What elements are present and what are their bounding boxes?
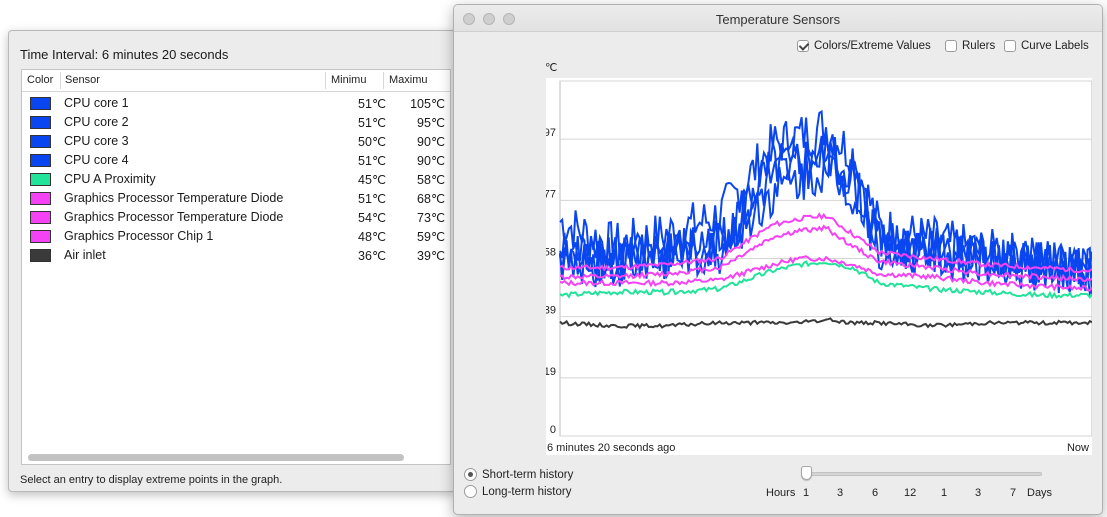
- scale-tick: 1: [803, 487, 810, 499]
- sensor-name: CPU core 1: [64, 96, 129, 110]
- sensor-table[interactable]: Color Sensor Minimu Maximu CPU core 1 51℃…: [21, 69, 451, 465]
- radio-unselected[interactable]: [464, 485, 477, 498]
- sensor-min-value: 51℃: [358, 154, 386, 168]
- y-tick-label: 116: [546, 78, 556, 81]
- color-swatch[interactable]: [30, 97, 51, 110]
- color-swatch[interactable]: [30, 230, 51, 243]
- sensor-max-value: 59℃: [417, 230, 445, 244]
- column-header-minimum[interactable]: Minimu: [331, 74, 366, 86]
- x-end-label: Now: [1067, 442, 1089, 454]
- curve-labels-checkbox[interactable]: Curve Labels: [1004, 40, 1089, 52]
- sensor-max-value: 105℃: [410, 97, 445, 111]
- rulers-checkbox[interactable]: Rulers: [945, 40, 995, 52]
- sensor-name: CPU core 4: [64, 153, 129, 167]
- sensor-name: Graphics Processor Chip 1: [64, 229, 214, 243]
- sensor-max-value: 68℃: [417, 192, 445, 206]
- y-tick-label: 77: [546, 188, 556, 200]
- color-swatch[interactable]: [30, 249, 51, 262]
- checkbox-label: Rulers: [962, 40, 996, 52]
- scale-label-hours: Hours: [766, 487, 796, 499]
- color-swatch[interactable]: [30, 135, 51, 148]
- y-tick-label: 58: [546, 247, 556, 259]
- sensor-min-value: 51℃: [358, 192, 386, 206]
- sensor-name: Graphics Processor Temperature Diode: [64, 210, 284, 224]
- sensor-min-value: 54℃: [358, 211, 386, 225]
- sensor-row[interactable]: Graphics Processor Chip 1 48℃ 59℃: [22, 227, 450, 246]
- sensor-row[interactable]: Graphics Processor Temperature Diode 51℃ 6…: [22, 189, 450, 208]
- sensor-max-value: 95℃: [417, 116, 445, 130]
- sensor-min-value: 50℃: [358, 135, 386, 149]
- column-divider[interactable]: [383, 72, 384, 89]
- color-swatch[interactable]: [30, 116, 51, 129]
- history-scale-slider-track[interactable]: [806, 472, 1042, 476]
- chart-svg: 116 97 77 58 39 19 0 6 minutes 20 seconds ago No…: [538, 69, 1093, 454]
- checkbox-checked[interactable]: [797, 40, 809, 52]
- sensor-row[interactable]: CPU core 3 50℃ 90℃: [22, 132, 450, 151]
- sensor-row[interactable]: CPU core 2 51℃ 95℃: [22, 113, 450, 132]
- checkbox-label: Colors/Extreme Values: [814, 40, 931, 52]
- checkbox-unchecked[interactable]: [945, 40, 957, 52]
- short-term-history-radio[interactable]: Short-term history: [464, 468, 573, 481]
- radio-label: Short-term history: [482, 468, 574, 481]
- sensor-min-value: 51℃: [358, 97, 386, 111]
- x-start-label: 6 minutes 20 seconds ago: [547, 442, 675, 454]
- sensor-max-value: 90℃: [417, 154, 445, 168]
- scale-tick: 3: [975, 487, 982, 499]
- column-header-color[interactable]: Color: [27, 74, 53, 86]
- sensor-min-value: 36℃: [358, 249, 386, 263]
- y-tick-label: 97: [546, 127, 556, 139]
- temperature-sensors-window: Temperature Sensors Colors/Extreme Value…: [453, 4, 1103, 515]
- scale-tick: 6: [872, 487, 879, 499]
- sensor-min-value: 51℃: [358, 116, 386, 130]
- scale-tick: 1: [941, 487, 948, 499]
- color-swatch[interactable]: [30, 173, 51, 186]
- color-swatch[interactable]: [30, 211, 51, 224]
- sensor-name: Graphics Processor Temperature Diode: [64, 191, 284, 205]
- sensor-row[interactable]: CPU core 4 51℃ 90℃: [22, 151, 450, 170]
- sensor-max-value: 90℃: [417, 135, 445, 149]
- checkbox-unchecked[interactable]: [1004, 40, 1016, 52]
- time-interval-label: Time Interval: 6 minutes 20 seconds: [20, 47, 229, 62]
- radio-label: Long-term history: [482, 485, 572, 498]
- sensor-row[interactable]: CPU core 1 51℃ 105℃: [22, 94, 450, 113]
- y-axis-unit: ℃: [545, 62, 558, 74]
- sensor-name: CPU A Proximity: [64, 172, 156, 186]
- checkbox-label: Curve Labels: [1021, 40, 1089, 52]
- status-message: Select an entry to display extreme point…: [20, 474, 283, 486]
- window-title: Temperature Sensors: [715, 12, 841, 27]
- long-term-history-radio[interactable]: Long-term history: [464, 485, 571, 498]
- sensor-row[interactable]: CPU A Proximity 45℃ 58℃: [22, 170, 450, 189]
- scale-tick: 7: [1010, 487, 1017, 499]
- radio-selected[interactable]: [464, 468, 477, 481]
- sensor-min-value: 48℃: [358, 230, 386, 244]
- y-tick-label: 39: [546, 305, 556, 317]
- history-scale-slider-thumb[interactable]: [801, 466, 812, 480]
- temperature-chart[interactable]: 116 97 77 58 39 19 0 6 minutes 20 seconds ago No…: [538, 69, 1093, 455]
- sensor-row[interactable]: Graphics Processor Temperature Diode 54℃ 7…: [22, 208, 450, 227]
- column-divider[interactable]: [325, 72, 326, 89]
- sensor-max-value: 58℃: [417, 173, 445, 187]
- scale-tick: 12: [904, 487, 917, 499]
- color-swatch[interactable]: [30, 154, 51, 167]
- table-header: Color Sensor Minimu Maximu: [22, 70, 450, 92]
- column-header-sensor[interactable]: Sensor: [65, 74, 100, 86]
- color-swatch[interactable]: [30, 192, 51, 205]
- y-tick-label: 0: [550, 424, 556, 436]
- sensor-name: CPU core 3: [64, 134, 129, 148]
- scale-label-days: Days: [1027, 487, 1053, 499]
- column-header-maximum[interactable]: Maximu: [389, 74, 428, 86]
- horizontal-scrollbar[interactable]: [28, 454, 404, 461]
- y-tick-label: 19: [546, 366, 556, 378]
- sensor-row[interactable]: Air inlet 36℃ 39℃: [22, 246, 450, 265]
- sensor-min-value: 45℃: [358, 173, 386, 187]
- sensor-list-window: Time Interval: 6 minutes 20 seconds Colo…: [8, 30, 456, 492]
- colors-extreme-values-checkbox[interactable]: Colors/Extreme Values: [797, 40, 931, 52]
- scale-tick: 3: [837, 487, 844, 499]
- column-divider[interactable]: [60, 72, 61, 89]
- title-bar[interactable]: Temperature Sensors: [454, 5, 1102, 32]
- sensor-max-value: 39℃: [417, 249, 445, 263]
- sensor-name: Air inlet: [64, 248, 106, 262]
- sensor-name: CPU core 2: [64, 115, 129, 129]
- sensor-max-value: 73℃: [417, 211, 445, 225]
